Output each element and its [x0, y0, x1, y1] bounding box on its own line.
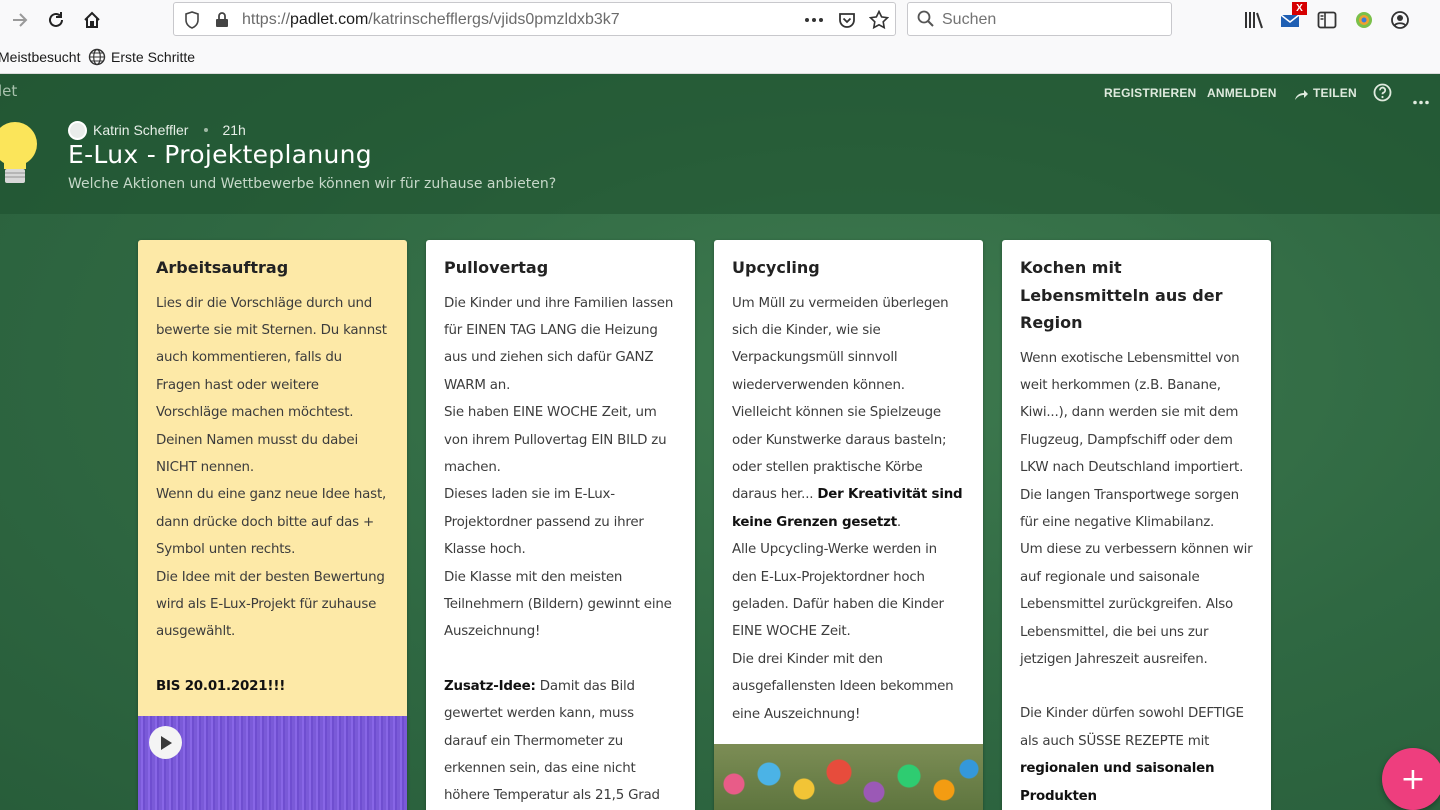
author-name[interactable]: Katrin Scheffler: [93, 122, 188, 138]
play-button[interactable]: [149, 726, 182, 759]
pocket-icon[interactable]: [837, 10, 857, 30]
url-text[interactable]: https://padlet.com/katrinschefflergs/vji…: [242, 11, 620, 29]
browser-toolbar: https://padlet.com/katrinschefflergs/vji…: [0, 0, 1440, 40]
search-bar[interactable]: Suchen: [907, 2, 1172, 36]
url-bar[interactable]: https://padlet.com/katrinschefflergs/vji…: [173, 2, 896, 36]
shield-icon[interactable]: [182, 10, 202, 30]
more-icon[interactable]: [1413, 90, 1429, 109]
share-icon: [1294, 86, 1308, 105]
globe-icon: [88, 48, 106, 70]
page-subtitle: Welche Aktionen und Wettbewerbe können w…: [68, 176, 557, 192]
post-card-upcycling[interactable]: Upcycling Um Müll zu vermeiden überlegen…: [714, 240, 983, 810]
reload-icon[interactable]: [44, 8, 68, 32]
card-content: Wenn exotische Lebensmittel von weit her…: [1020, 350, 1253, 804]
padlet-board: let REGISTRIEREN ANMELDEN TEILEN Katrin …: [0, 74, 1440, 810]
post-card-pullovertag[interactable]: Pullovertag Die Kinder und ihre Familien…: [426, 240, 695, 810]
help-icon[interactable]: [1373, 83, 1392, 106]
lock-icon[interactable]: [212, 10, 232, 30]
extension-icon[interactable]: [1352, 8, 1376, 32]
forward-icon[interactable]: [8, 8, 32, 32]
card-title: Upcycling: [732, 258, 820, 277]
post-card-arbeitsauftrag[interactable]: Arbeitsauftrag Lies dir die Vorschläge d…: [138, 240, 407, 810]
post-time: 21h: [222, 122, 246, 138]
add-post-button[interactable]: +: [1382, 748, 1440, 810]
page-actions-icon[interactable]: [804, 10, 824, 30]
bookmark-star-icon[interactable]: [869, 10, 889, 30]
lightbulb-icon: [0, 119, 40, 195]
post-card-kochen[interactable]: Kochen mit Lebensmitteln aus der Region …: [1002, 240, 1271, 810]
home-icon[interactable]: [80, 8, 104, 32]
bookmark-erste-schritte[interactable]: Erste Schritte: [111, 49, 195, 65]
register-link[interactable]: REGISTRIEREN: [1104, 86, 1196, 100]
share-link[interactable]: TEILEN: [1313, 86, 1357, 100]
search-input[interactable]: Suchen: [942, 11, 996, 29]
deadline-text: BIS 20.01.2021!!!: [156, 678, 286, 694]
page-title: E-Lux - Projekteplanung: [68, 140, 372, 169]
login-link[interactable]: ANMELDEN: [1207, 86, 1277, 100]
card-content: Lies dir die Vorschläge durch und bewert…: [156, 290, 389, 701]
mail-badge: X: [1292, 2, 1307, 15]
author-row: Katrin Scheffler 21h: [68, 120, 246, 140]
audio-attachment[interactable]: [138, 716, 407, 810]
library-icon[interactable]: [1242, 8, 1266, 32]
bookmarks-toolbar: Meistbesucht Erste Schritte: [0, 40, 1440, 74]
bookmark-meistbesucht[interactable]: Meistbesucht: [0, 49, 80, 65]
card-content: Die Kinder und ihre Familien lassen für …: [444, 295, 674, 804]
separator-dot: [204, 128, 209, 132]
search-icon: [917, 10, 935, 32]
padlet-header: let REGISTRIEREN ANMELDEN TEILEN Katrin …: [0, 74, 1440, 214]
upcycling-image[interactable]: [714, 744, 983, 810]
sidebar-icon[interactable]: [1315, 8, 1339, 32]
card-title: Arbeitsauftrag: [156, 258, 289, 277]
mail-icon[interactable]: X: [1279, 2, 1307, 32]
card-title: Pullovertag: [444, 258, 549, 277]
card-title: Kochen mit Lebensmitteln aus der Region: [1020, 258, 1223, 332]
avatar[interactable]: [68, 120, 87, 140]
account-icon[interactable]: [1388, 8, 1412, 32]
card-content: Um Müll zu vermeiden überlegen sich die …: [732, 295, 963, 722]
